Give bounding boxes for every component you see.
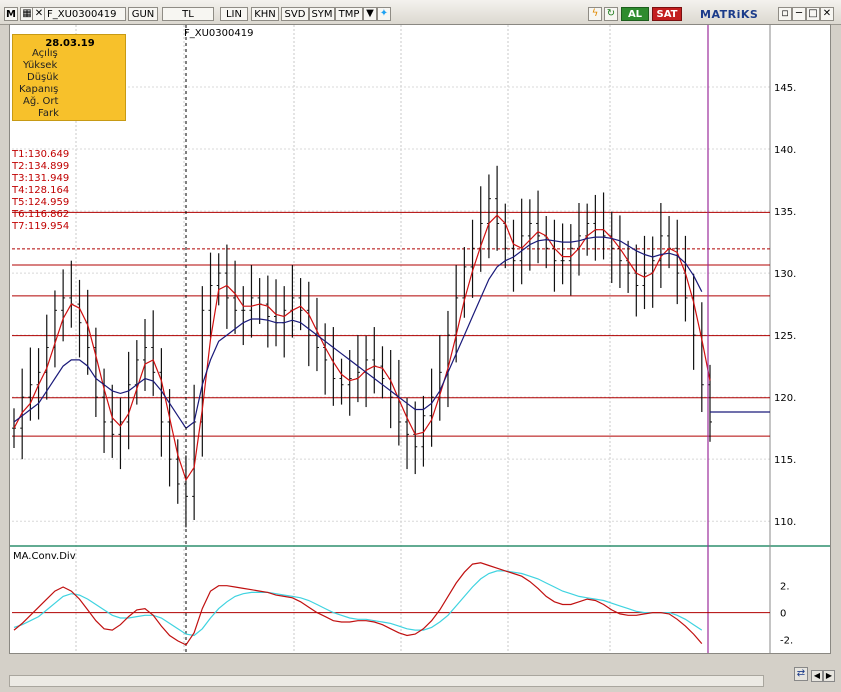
info-label-open: Açılış [32, 48, 58, 59]
target-level: T5:124.959 [12, 197, 70, 208]
lin-button[interactable]: LIN [220, 7, 248, 21]
period-button[interactable]: GUN [128, 7, 158, 21]
menu-m-button[interactable]: M [4, 7, 18, 21]
target-level: T2:134.899 [12, 161, 70, 172]
chart-symbol-label: F_XU0300419 [184, 28, 253, 39]
info-label-avg: Ağ. Ort [23, 96, 59, 107]
macd-tick-label: -2. [780, 636, 793, 647]
close-icon[interactable]: ✕ [820, 7, 834, 21]
y-tick-label: 115. [774, 455, 796, 466]
info-label-diff: Fark [38, 108, 59, 119]
target-level: T6:116.862 [12, 209, 70, 220]
y-tick-label: 120. [774, 393, 796, 404]
info-label-low: Düşük [27, 72, 59, 83]
macd-tick-label: 2. [780, 582, 790, 593]
chart-panel[interactable]: 145. 140. 135. 130. 125. 120. 115. 110. F_XU0300… [9, 24, 831, 654]
refresh-icon[interactable]: ↻ [604, 7, 618, 21]
scroll-left-icon[interactable]: ◀ [811, 670, 823, 682]
target-level: T3:131.949 [12, 173, 70, 184]
macd-signal-line [13, 570, 703, 637]
buy-button[interactable]: AL [621, 7, 649, 21]
y-tick-label: 135. [774, 207, 796, 218]
target-levels-list: T1:130.649 T2:134.899 T3:131.949 T4:128.… [12, 149, 69, 233]
sym-button[interactable]: SYM [309, 7, 335, 21]
y-tick-label: 145. [774, 83, 796, 94]
minimize-icon[interactable]: ─ [792, 7, 806, 21]
y-tick-label: 125. [774, 331, 796, 342]
tmp-button[interactable]: TMP [335, 7, 363, 21]
scroll-right-icon[interactable]: ▶ [823, 670, 835, 682]
dropdown-arrow-icon[interactable]: ▼ [363, 7, 377, 21]
info-label-close: Kapanış [19, 84, 59, 95]
price-chart-svg[interactable]: 145. 140. 135. 130. 125. 120. 115. 110. F_XU0300… [10, 25, 830, 653]
horizontal-scrollbar[interactable] [9, 675, 764, 687]
maximize-icon[interactable]: □ [806, 7, 820, 21]
khn-button[interactable]: KHN [251, 7, 279, 21]
symbol-field[interactable]: F_XU0300419 [44, 7, 126, 21]
brand-logo: MATRiKS [700, 8, 759, 21]
svd-button[interactable]: SVD [281, 7, 309, 21]
y-tick-label: 110. [774, 517, 796, 528]
y-tick-label: 140. [774, 145, 796, 156]
currency-button[interactable]: TL [162, 7, 214, 21]
macd-label: MA.Conv.Div [13, 551, 76, 562]
info-label-high: Yüksek [23, 60, 58, 71]
macd-line [13, 562, 703, 646]
ohlc-info-box: 28.03.19 Açılış Yüksek Düşük Kapanış Ağ.… [12, 34, 126, 121]
top-toolbar: M ▦ ✕ F_XU0300419 GUN TL LIN KHN SVD SYM… [0, 0, 841, 25]
y-tick-label: 130. [774, 269, 796, 280]
fast-ma-line [13, 214, 711, 482]
target-level: T1:130.649 [12, 149, 70, 160]
macd-tick-label: 0 [780, 609, 786, 620]
twitter-bird-icon[interactable]: ✦ [377, 7, 391, 21]
restore-icon[interactable]: ◽ [778, 7, 792, 21]
target-level: T7:119.954 [12, 221, 70, 232]
sell-button[interactable]: SAT [652, 7, 682, 21]
info-date: 28.03.19 [45, 38, 95, 49]
target-level: T4:128.164 [12, 185, 70, 196]
sync-icon[interactable]: ⇄ [794, 667, 808, 681]
lightning-icon[interactable]: ϟ [588, 7, 602, 21]
